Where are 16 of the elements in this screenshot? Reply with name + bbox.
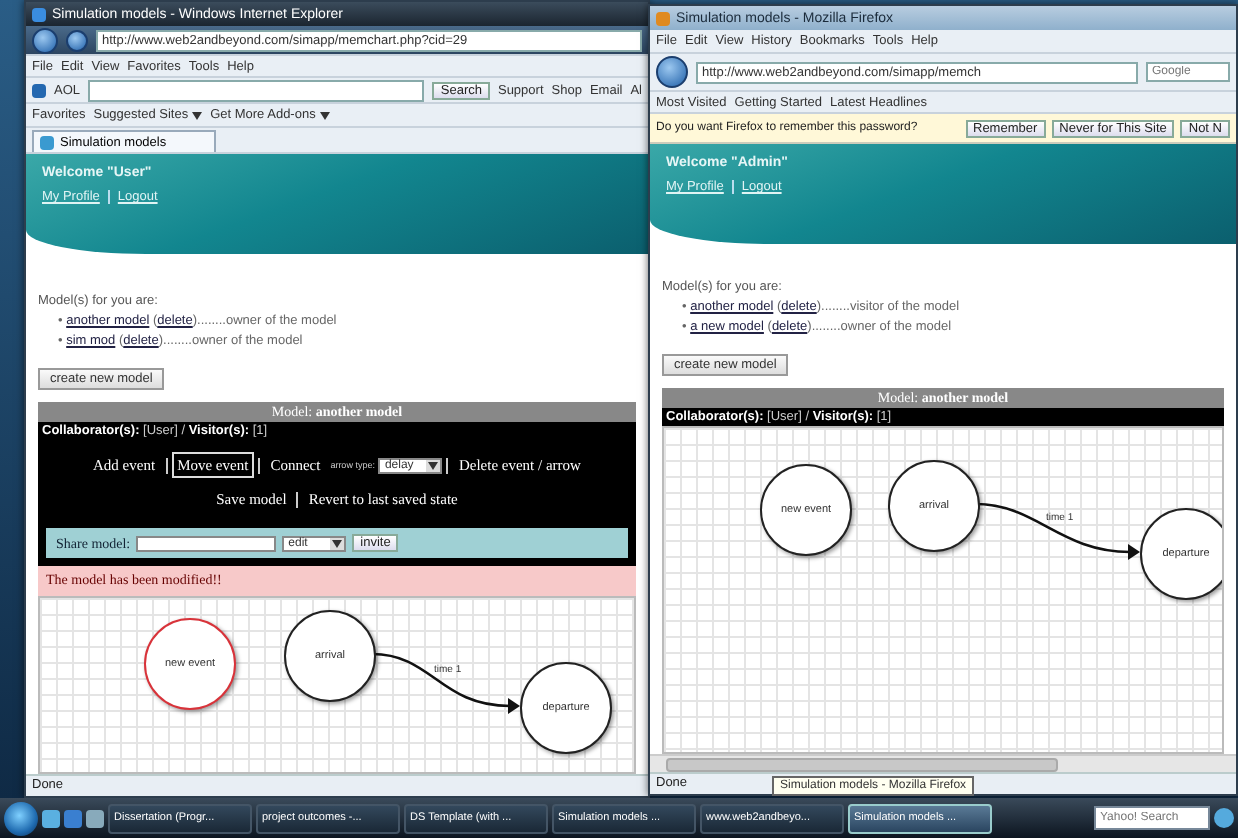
tray-icon: [1214, 808, 1234, 828]
dropdown-caret-icon: [192, 111, 203, 119]
caret-icon: [428, 461, 439, 469]
caret-icon: [332, 539, 343, 547]
back-button[interactable]: [32, 27, 58, 53]
start-button[interactable]: [4, 801, 38, 835]
horizontal-scrollbar[interactable]: [650, 754, 1236, 772]
toolbar-search-field[interactable]: [88, 79, 425, 101]
back-button[interactable]: [656, 56, 688, 88]
connector-arrow[interactable]: [371, 652, 520, 714]
browser-icon: [32, 7, 46, 21]
browser-icon: [656, 11, 670, 25]
connector-arrow[interactable]: [975, 502, 1140, 560]
dropdown-caret-icon: [319, 111, 330, 119]
forward-button[interactable]: [66, 29, 88, 51]
share-input[interactable]: [136, 535, 277, 551]
